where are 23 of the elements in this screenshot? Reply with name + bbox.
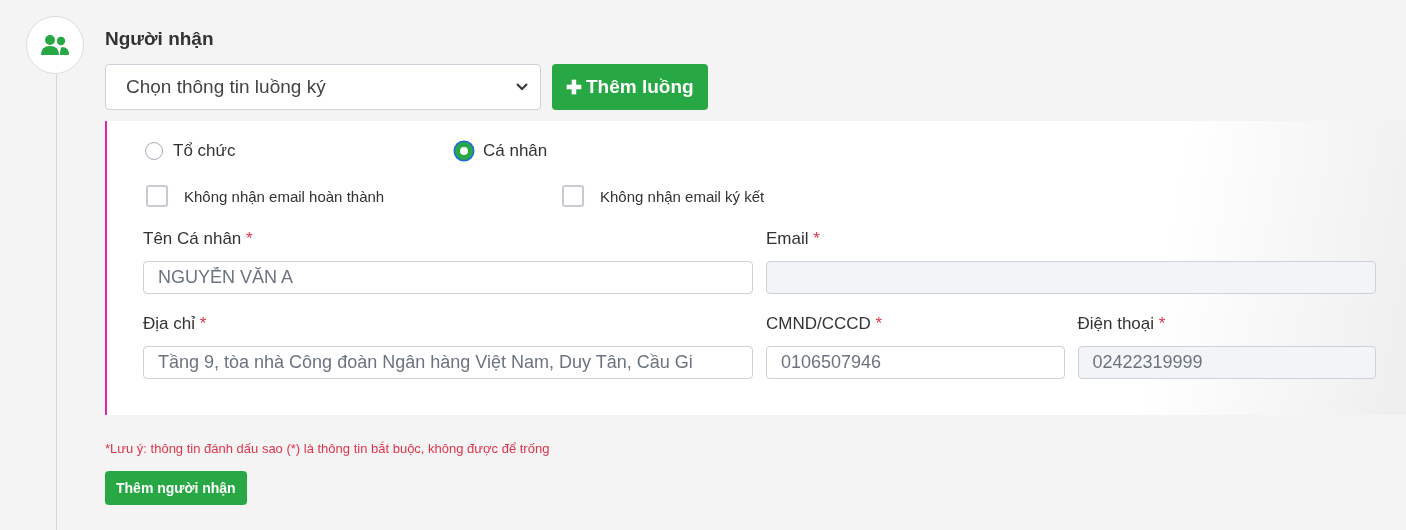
add-recipient-button[interactable]: Thêm người nhận xyxy=(105,471,247,505)
checkbox-option[interactable]: Không nhận email hoàn thành xyxy=(146,185,385,207)
field-label: Email * xyxy=(766,229,821,249)
flow-select[interactable]: Chọn thông tin luồng ký xyxy=(105,64,541,110)
field-label: Tên Cá nhân * xyxy=(143,229,254,249)
checkbox[interactable] xyxy=(562,185,584,207)
field-label: CMND/CCCD * xyxy=(766,314,884,334)
field-label: Điện thoại * xyxy=(1077,314,1167,334)
input-field[interactable]: 0106507946 xyxy=(766,346,1065,379)
field-label: Địa chỉ * xyxy=(143,314,208,334)
radio-option[interactable]: Cá nhân xyxy=(455,141,548,161)
add-flow-button[interactable]: ✚ Thêm luồng xyxy=(552,64,708,110)
users-icon xyxy=(40,34,70,56)
input-field[interactable]: NGUYỄN VĂN A xyxy=(143,261,753,294)
required-note: *Lưu ý: thông tin đánh dấu sao (*) là thông tin bắt buộc, không được để trống xyxy=(105,441,550,456)
section-title: Người nhận xyxy=(105,28,214,50)
radio-option[interactable]: Tổ chức xyxy=(145,141,236,161)
checkbox-option[interactable]: Không nhận email ký kết xyxy=(562,185,765,207)
checkbox[interactable] xyxy=(146,185,168,207)
radio-icon[interactable] xyxy=(145,142,163,160)
input-field[interactable]: Tầng 9, tòa nhà Công đoàn Ngân hàng Việt Nam, Duy Tân, Cầu Gi xyxy=(143,346,753,379)
chevron-icon xyxy=(516,83,528,91)
radio-icon[interactable] xyxy=(455,142,473,160)
